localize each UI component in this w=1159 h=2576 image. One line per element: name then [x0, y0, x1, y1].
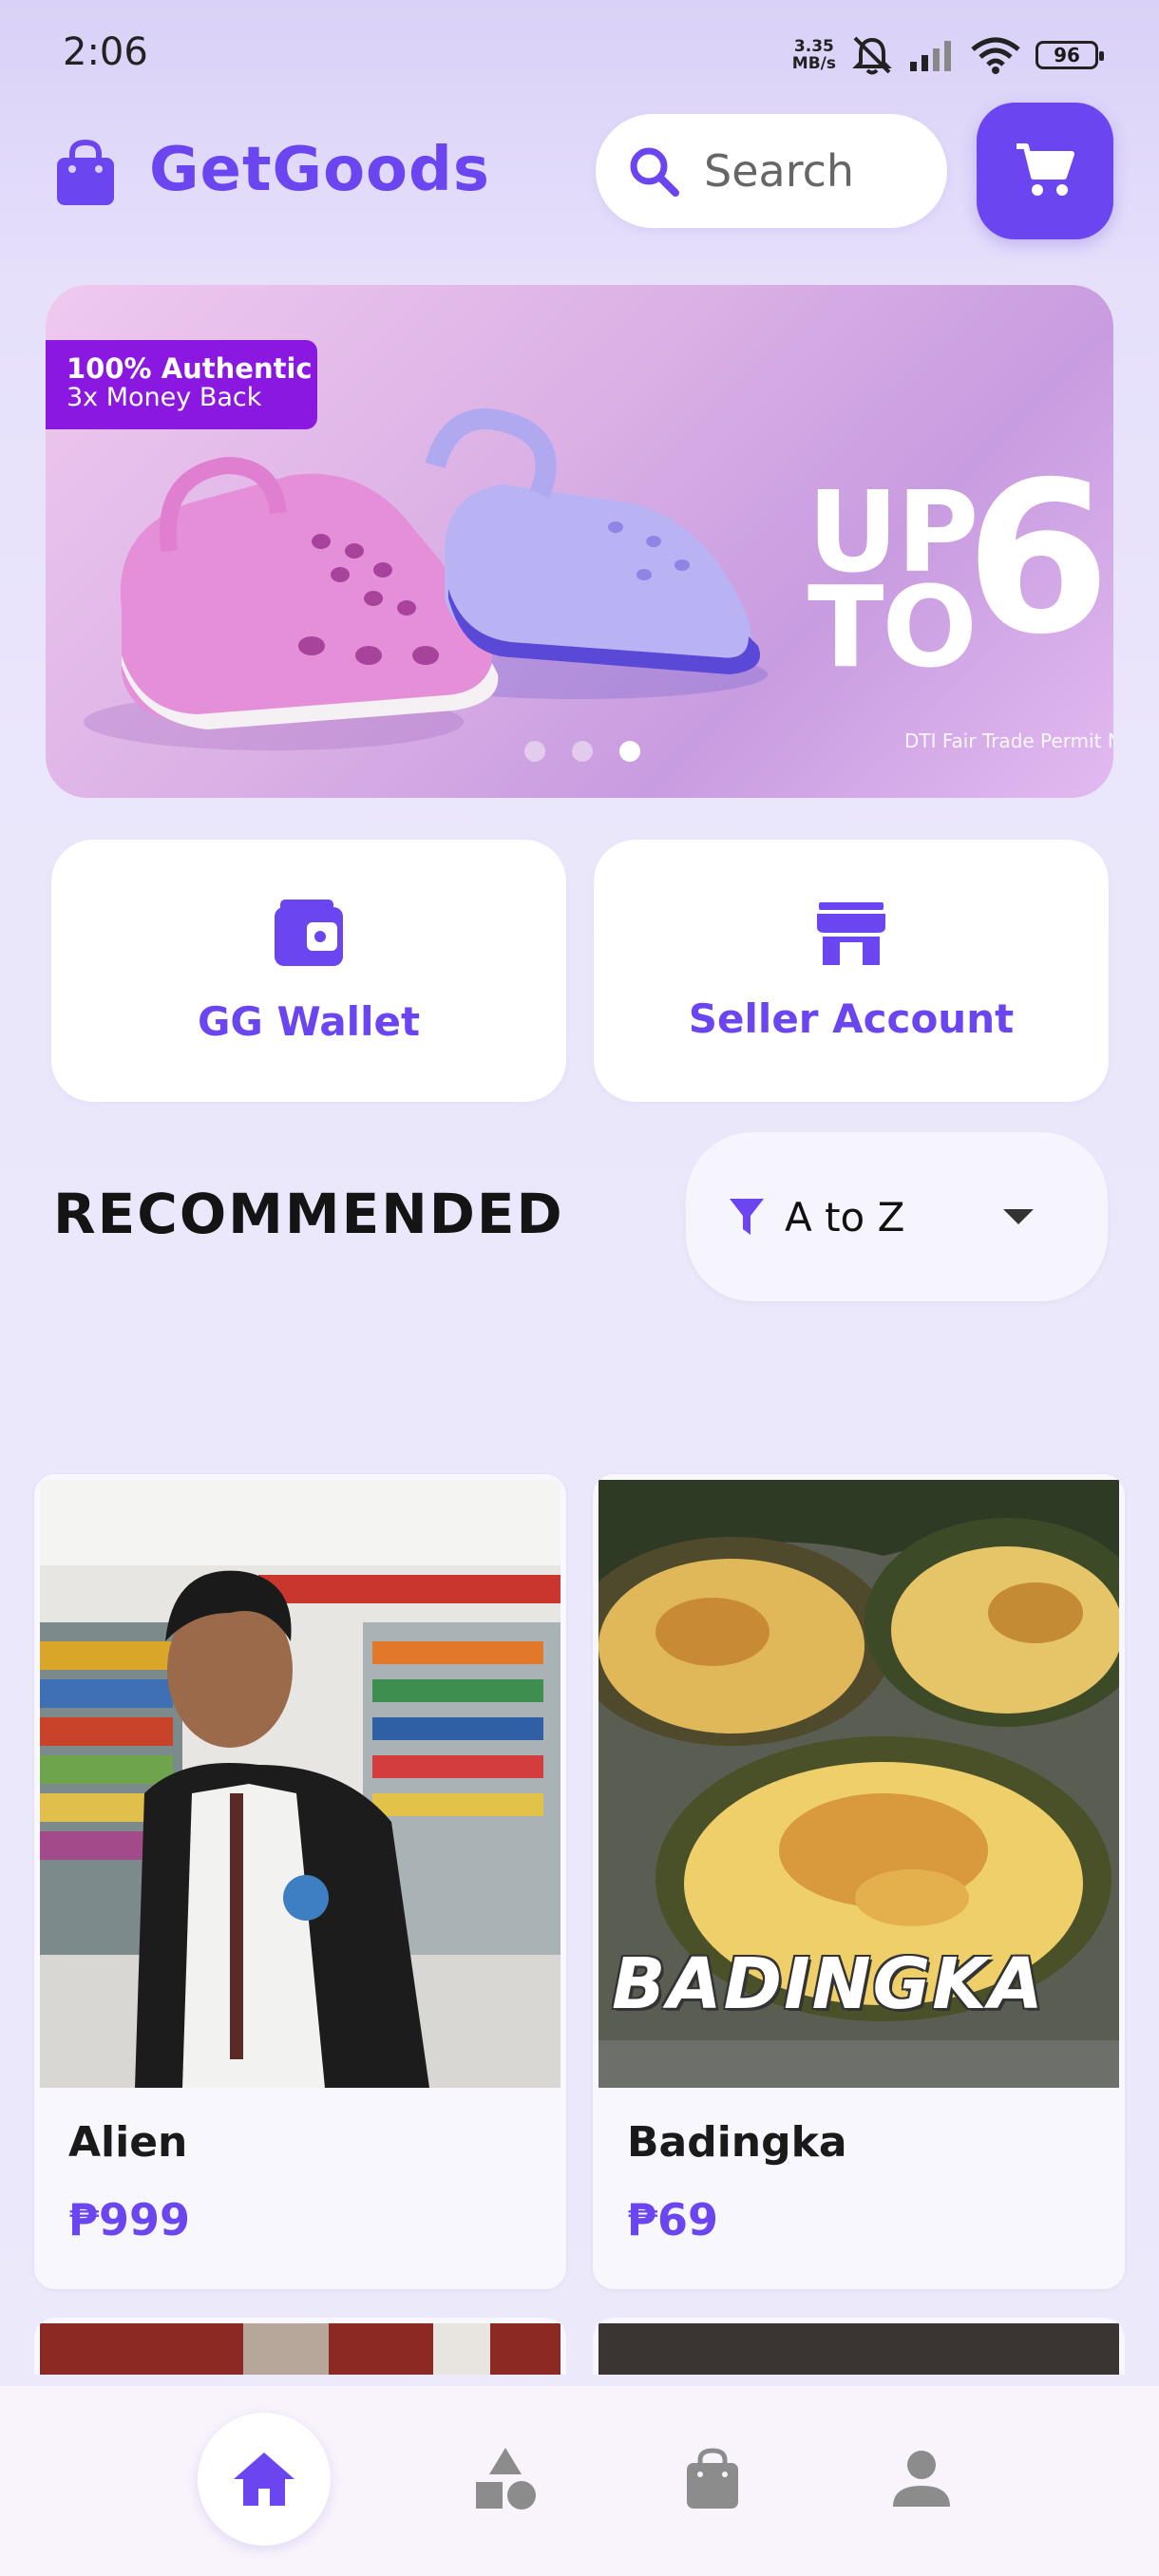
sort-value: A to Z — [785, 1193, 905, 1241]
shopping-bag-logo-icon — [57, 139, 114, 205]
carousel-dot-active[interactable] — [619, 741, 640, 762]
product-name: Badingka — [627, 2118, 847, 2167]
nav-orders-button[interactable] — [646, 2413, 779, 2546]
profile-icon — [893, 2451, 950, 2507]
carousel-dot[interactable] — [572, 741, 593, 762]
product-price: ₱999 — [68, 2194, 191, 2245]
status-time: 2:06 — [63, 30, 148, 74]
nav-categories-button[interactable] — [439, 2413, 572, 2546]
storefront-icon — [817, 901, 885, 965]
product-image — [40, 2323, 560, 2375]
carousel-indicator — [524, 741, 640, 762]
categories-icon — [476, 2448, 536, 2510]
product-name: Alien — [68, 2118, 188, 2167]
promo-number: 6 — [965, 437, 1112, 680]
sort-dropdown[interactable]: A to Z — [686, 1132, 1108, 1301]
mute-bell-icon — [852, 36, 892, 75]
search-bar[interactable] — [596, 114, 947, 228]
wallet-icon — [275, 899, 343, 966]
product-card-partial[interactable] — [593, 2318, 1125, 2375]
shopping-bag-icon — [687, 2448, 738, 2509]
search-icon — [630, 147, 679, 197]
promo-banner-carousel[interactable]: 100% Authentic 3x Money Back UP TO 6 DTI… — [46, 285, 1113, 798]
network-speed-unit: MB/s — [791, 54, 836, 73]
cart-button[interactable] — [977, 103, 1113, 239]
seller-account-button[interactable]: Seller Account — [594, 840, 1109, 1102]
filter-icon — [730, 1199, 764, 1235]
nav-profile-button[interactable] — [855, 2413, 988, 2546]
badge-line-1: 100% Authentic — [66, 352, 313, 385]
promo-word-to: TO — [808, 561, 978, 692]
signal-icon — [910, 41, 951, 71]
product-image — [40, 1480, 560, 2088]
gg-wallet-label: GG Wallet — [197, 997, 421, 1045]
product-card-partial[interactable] — [34, 2318, 566, 2375]
network-speed: 3.35 MB/s — [792, 38, 836, 72]
permit-text: DTI Fair Trade Permit No — [904, 729, 1113, 752]
product-price: ₱69 — [627, 2194, 719, 2245]
network-speed-value: 3.35 — [793, 37, 834, 56]
home-icon — [234, 2453, 294, 2506]
status-icons: 3.35 MB/s 96 — [792, 32, 1104, 78]
battery-indicator: 96 — [1036, 41, 1104, 69]
app-title: GetGoods — [149, 135, 490, 205]
promo-text: UP TO — [808, 476, 978, 692]
shopping-cart-icon — [1016, 143, 1074, 196]
gg-wallet-button[interactable]: GG Wallet — [51, 840, 566, 1102]
nav-home-button[interactable] — [198, 2413, 331, 2546]
section-title-recommended: RECOMMENDED — [53, 1182, 564, 1246]
search-input[interactable] — [702, 144, 915, 198]
carousel-dot[interactable] — [524, 741, 545, 762]
wifi-icon — [971, 37, 1020, 74]
product-image: BADINGKA — [598, 1480, 1119, 2088]
product-image-overlay-text: BADINGKA — [612, 1943, 1045, 2025]
authentic-badge: 100% Authentic 3x Money Back — [46, 340, 317, 429]
badge-line-2: 3x Money Back — [66, 383, 262, 412]
chevron-down-icon — [1003, 1209, 1034, 1224]
product-image — [598, 2323, 1119, 2375]
product-card[interactable]: BADINGKA Badingka ₱69 — [593, 1474, 1125, 2289]
product-card[interactable]: Alien ₱999 — [34, 1474, 566, 2289]
seller-account-label: Seller Account — [688, 994, 1015, 1042]
